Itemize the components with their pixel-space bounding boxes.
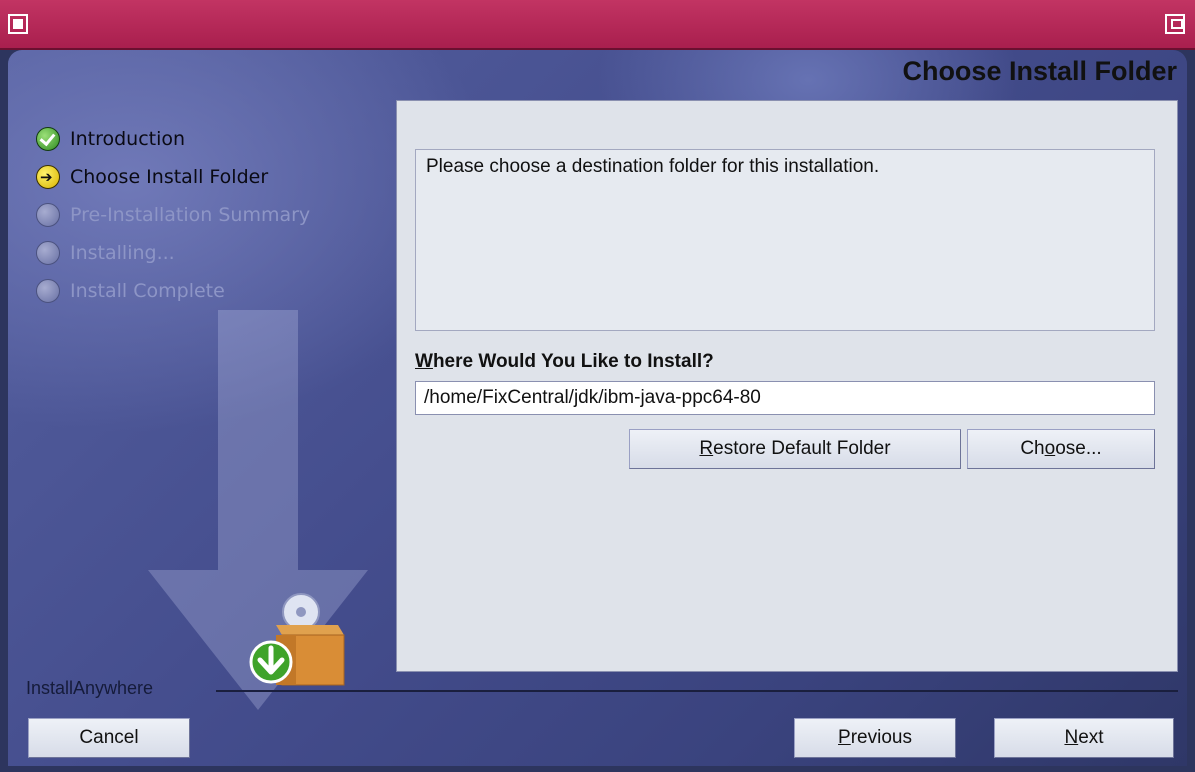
step-label: Install Complete bbox=[70, 280, 225, 302]
step-install-complete: Install Complete bbox=[36, 272, 310, 310]
install-box-icon bbox=[249, 593, 345, 686]
previous-button[interactable]: Previous bbox=[794, 718, 956, 758]
page-title: Choose Install Folder bbox=[902, 56, 1177, 86]
content-panel: Please choose a destination folder for t… bbox=[396, 100, 1178, 672]
install-path-field[interactable]: /home/FixCentral/jdk/ibm-java-ppc64-80 bbox=[415, 381, 1155, 415]
maximize-icon[interactable] bbox=[1165, 14, 1185, 34]
step-label: Installing... bbox=[70, 242, 175, 264]
divider bbox=[216, 690, 1178, 692]
pending-dot-icon bbox=[36, 203, 60, 227]
window-menu-icon[interactable] bbox=[8, 14, 28, 34]
install-location-label: Where Would You Like to Install? bbox=[415, 351, 714, 372]
pending-dot-icon bbox=[36, 279, 60, 303]
next-button[interactable]: Next bbox=[994, 718, 1174, 758]
brand-label: InstallAnywhere bbox=[26, 678, 154, 698]
pending-dot-icon bbox=[36, 241, 60, 265]
step-label: Introduction bbox=[70, 128, 186, 150]
choose-button[interactable]: Ch o ose... bbox=[967, 429, 1155, 469]
step-installing: Installing... bbox=[36, 234, 310, 272]
installer-window: Choose Install Folder Introduction Choos… bbox=[8, 50, 1187, 766]
description-box: Please choose a destination folder for t… bbox=[415, 149, 1155, 331]
step-introduction: Introduction bbox=[36, 120, 310, 158]
check-icon bbox=[36, 127, 60, 151]
step-choose-install-folder: Choose Install Folder bbox=[36, 158, 310, 196]
cancel-button[interactable]: Cancel bbox=[28, 718, 190, 758]
current-arrow-icon bbox=[36, 165, 60, 189]
step-label: Choose Install Folder bbox=[70, 166, 269, 188]
step-pre-installation-summary: Pre-Installation Summary bbox=[36, 196, 310, 234]
steps-list: Introduction Choose Install Folder Pre-I… bbox=[36, 120, 310, 310]
title-bar bbox=[0, 0, 1195, 50]
restore-default-folder-button[interactable]: Restore Default Folder bbox=[629, 429, 961, 469]
step-label: Pre-Installation Summary bbox=[70, 204, 311, 226]
